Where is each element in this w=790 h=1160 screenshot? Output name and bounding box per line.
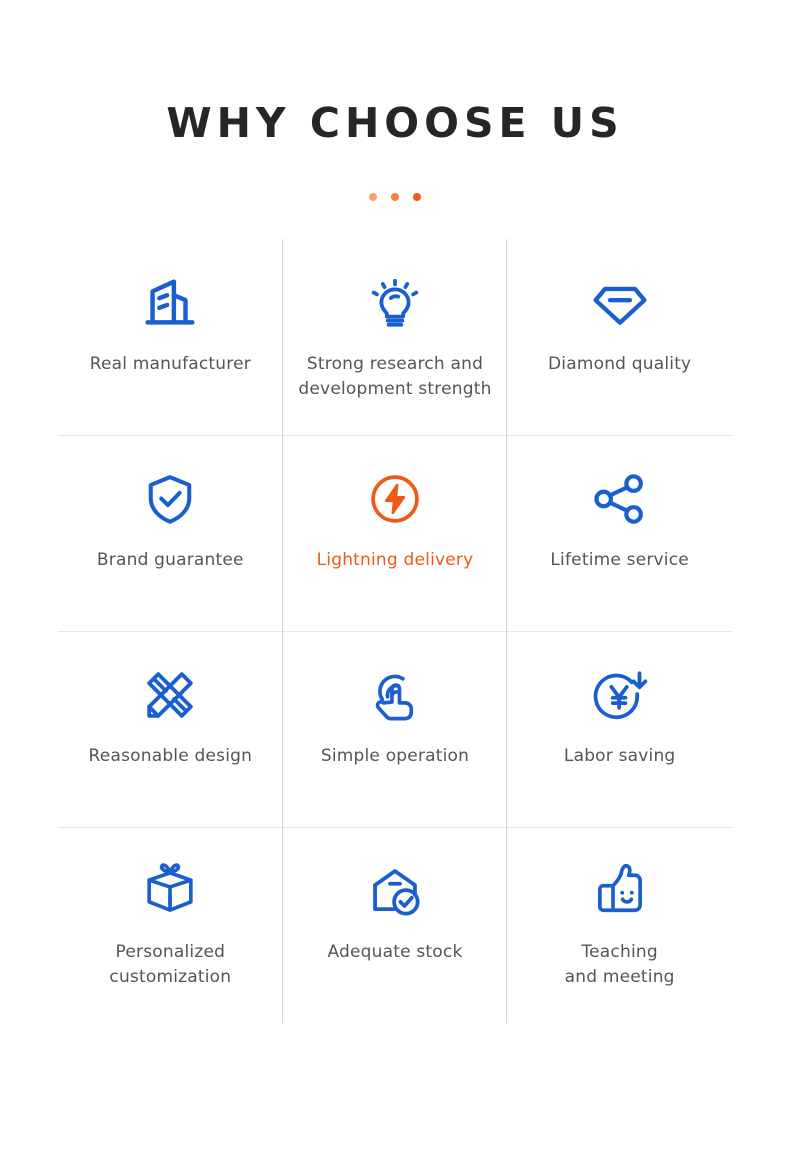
row-divider — [58, 631, 732, 632]
feature-label: Strong research and development strength — [298, 354, 492, 399]
pencil-ruler-icon — [141, 658, 199, 732]
page-title: WHY CHOOSE US — [166, 99, 624, 147]
row-divider — [58, 827, 732, 828]
touch-hand-icon — [367, 658, 423, 732]
why-choose-us-page: WHY CHOOSE US Real manufacturer Strong r… — [0, 0, 790, 1160]
dot-medium-icon — [391, 193, 399, 201]
factory-building-icon — [139, 266, 201, 340]
feature-label: Adequate stock — [327, 942, 463, 962]
feature-cell-simple-operation[interactable]: Simple operation — [283, 631, 508, 827]
feature-label: Reasonable design — [88, 746, 253, 766]
diamond-icon — [590, 266, 650, 340]
decorative-dots — [0, 192, 790, 202]
feature-label: Labor saving — [563, 746, 676, 766]
feature-label: Brand guarantee — [96, 550, 244, 570]
features-grid-wrapper: Real manufacturer Strong research and de… — [58, 239, 732, 1023]
feature-cell-real-manufacturer[interactable]: Real manufacturer — [58, 239, 283, 435]
feature-cell-lightning-delivery[interactable]: Lightning delivery — [283, 435, 508, 631]
features-grid: Real manufacturer Strong research and de… — [58, 239, 732, 1023]
thumbs-up-smile-icon — [592, 854, 648, 928]
feature-label: Teaching and meeting — [564, 942, 675, 987]
row-divider — [58, 435, 732, 436]
feature-cell-adequate-stock[interactable]: Adequate stock — [283, 827, 508, 1023]
feature-cell-diamond-quality[interactable]: Diamond quality — [507, 239, 732, 435]
feature-cell-labor-saving[interactable]: Labor saving — [507, 631, 732, 827]
dot-light-icon — [369, 193, 377, 201]
feature-cell-brand-guarantee[interactable]: Brand guarantee — [58, 435, 283, 631]
feature-label: Lightning delivery — [316, 550, 474, 570]
feature-label: Diamond quality — [548, 354, 692, 374]
shield-check-icon — [142, 462, 198, 536]
feature-cell-reasonable-design[interactable]: Reasonable design — [58, 631, 283, 827]
page-header: WHY CHOOSE US — [0, 0, 790, 202]
feature-label: Lifetime service — [550, 550, 689, 570]
feature-label: Real manufacturer — [89, 354, 251, 374]
feature-cell-personalized-customization[interactable]: Personalized customization — [58, 827, 283, 1023]
gift-box-icon — [141, 854, 199, 928]
lightbulb-icon — [366, 266, 424, 340]
feature-label: Simple operation — [320, 746, 470, 766]
feature-label: Personalized customization — [109, 942, 232, 987]
feature-cell-strong-research[interactable]: Strong research and development strength — [283, 239, 508, 435]
feature-cell-teaching-and-meeting[interactable]: Teaching and meeting — [507, 827, 732, 1023]
warehouse-check-icon — [366, 854, 424, 928]
lightning-circle-icon — [367, 462, 423, 536]
share-network-icon — [591, 462, 649, 536]
feature-cell-lifetime-service[interactable]: Lifetime service — [507, 435, 732, 631]
yuan-down-arrow-icon — [591, 658, 649, 732]
dot-dark-icon — [413, 193, 421, 201]
